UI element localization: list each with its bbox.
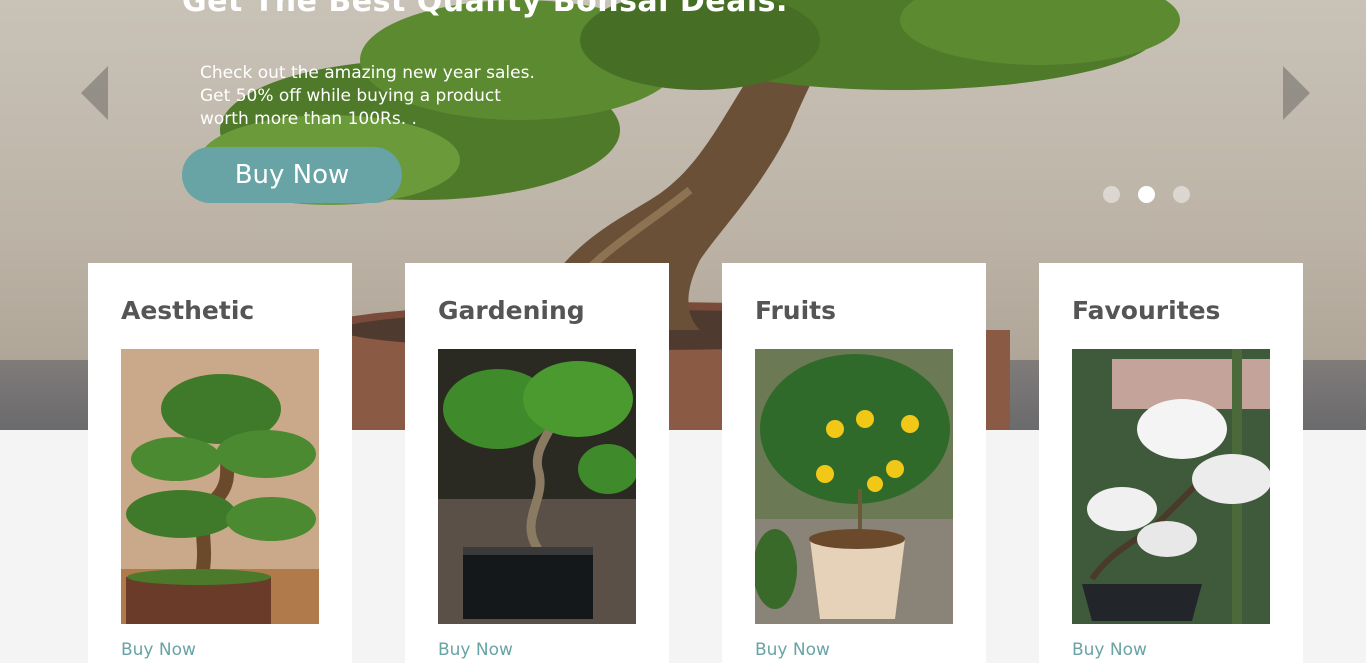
card-buy-now-link[interactable]: Buy Now xyxy=(121,640,196,660)
hero-buy-now-button[interactable]: Buy Now xyxy=(182,147,402,203)
carousel-indicators xyxy=(1103,186,1208,204)
card-buy-now-link[interactable]: Buy Now xyxy=(438,640,513,660)
flowering-bonsai-image xyxy=(1072,349,1270,624)
chevron-left-icon[interactable] xyxy=(81,66,108,120)
hero-line: worth more than 100Rs. . xyxy=(200,109,417,129)
carousel-dot-1[interactable] xyxy=(1103,186,1120,203)
bonsai-juniper-image xyxy=(121,349,319,624)
hero-title: Get The Best Quality Bonsai Deals. xyxy=(182,0,788,19)
carousel-dot-2[interactable] xyxy=(1138,186,1155,203)
category-card-favourites: Favourites Buy Now xyxy=(1039,263,1303,663)
card-image[interactable] xyxy=(1072,349,1270,624)
category-card-fruits: Fruits Buy Now xyxy=(722,263,986,663)
card-buy-now-link[interactable]: Buy Now xyxy=(755,640,830,660)
card-title: Aesthetic xyxy=(121,296,255,325)
carousel-dot-3[interactable] xyxy=(1173,186,1190,203)
card-buy-now-link[interactable]: Buy Now xyxy=(1072,640,1147,660)
card-image[interactable] xyxy=(121,349,319,624)
card-title: Fruits xyxy=(755,296,837,325)
chevron-right-icon[interactable] xyxy=(1283,66,1310,120)
hero-line: Check out the amazing new year sales. xyxy=(200,63,535,83)
card-image[interactable] xyxy=(755,349,953,624)
hero-line: Get 50% off while buying a product xyxy=(200,86,501,106)
lemon-tree-image xyxy=(755,349,953,624)
card-image[interactable] xyxy=(438,349,636,624)
category-card-aesthetic: Aesthetic Buy Now xyxy=(88,263,352,663)
bonsai-ficus-image xyxy=(438,349,636,624)
card-title: Favourites xyxy=(1072,296,1221,325)
hero-description: Check out the amazing new year sales. Ge… xyxy=(200,62,560,131)
category-card-gardening: Gardening Buy Now xyxy=(405,263,669,663)
card-title: Gardening xyxy=(438,296,585,325)
